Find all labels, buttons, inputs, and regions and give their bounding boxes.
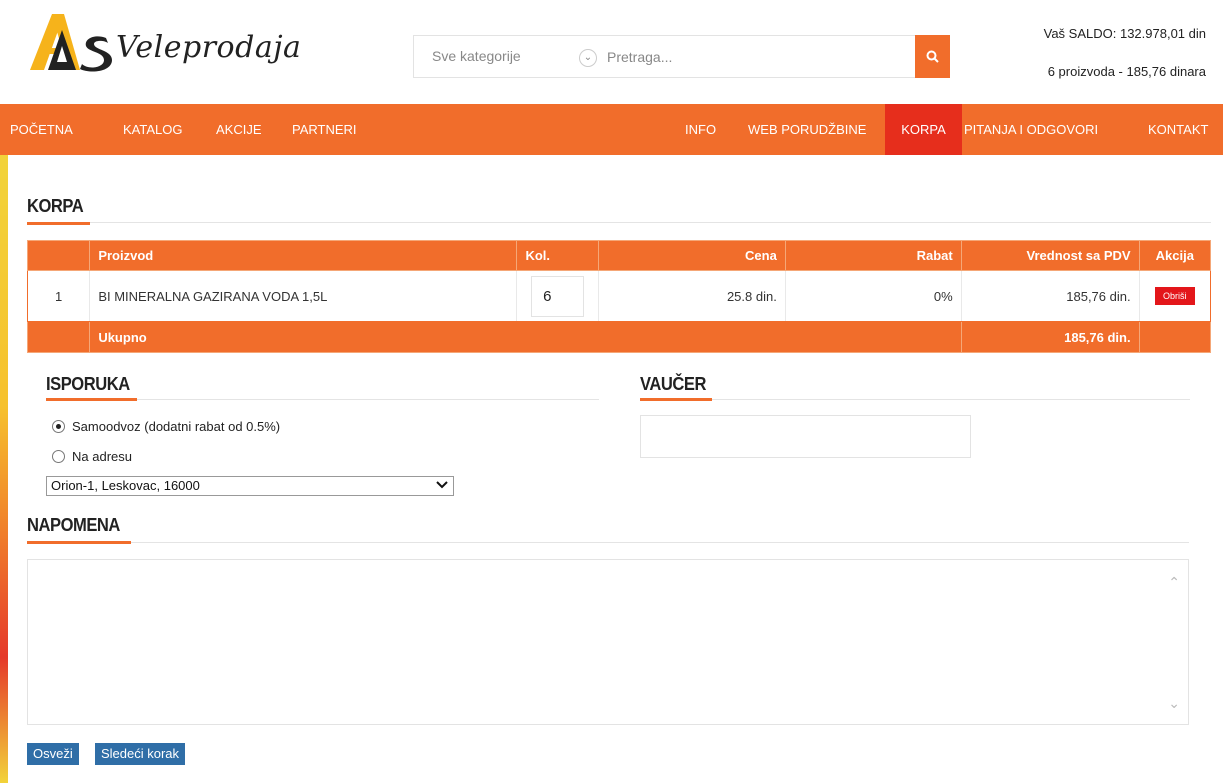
logo-text: Veleprodaja (116, 30, 302, 65)
row-discount: 0% (784, 270, 962, 322)
delete-button[interactable]: Obriši (1155, 287, 1195, 305)
footer-total: 185,76 din. (960, 321, 1140, 353)
col-discount: Rabat (784, 240, 962, 271)
nav-item-pitanja[interactable]: PITANJA I ODGOVORI (954, 104, 1108, 155)
address-select[interactable]: Orion-1, Leskovac, 16000 (46, 476, 454, 496)
delivery-option-address[interactable]: Na adresu (52, 449, 132, 464)
search-icon (926, 50, 939, 63)
row-total: 185,76 din. (960, 270, 1140, 322)
cart-summary-link[interactable]: 6 proizvoda - 185,76 dinara (1048, 64, 1206, 79)
radio-checked[interactable] (52, 420, 65, 433)
row-num: 1 (26, 270, 91, 322)
footer-label: Ukupno (89, 321, 962, 353)
search-button[interactable] (915, 35, 950, 78)
delivery-option-label: Na adresu (72, 449, 132, 464)
scroll-down-icon[interactable]: ⌄ (1168, 695, 1180, 712)
col-price: Cena (597, 240, 786, 271)
nav-item-katalog[interactable]: KATALOG (113, 104, 192, 155)
voucher-heading-accent (640, 398, 712, 401)
cart-table-header: Proizvod Kol. Cena Rabat Vrednost sa PDV… (26, 240, 1212, 271)
search-input[interactable] (607, 46, 907, 68)
voucher-input[interactable] (640, 415, 971, 458)
chevron-down-icon[interactable]: ⌄ (579, 49, 597, 67)
note-textarea[interactable]: ⌃ ⌄ (27, 559, 1189, 725)
row-price: 25.8 din. (597, 270, 786, 322)
main-nav: POČETNA KATALOG AKCIJE PARTNERI INFO WEB… (0, 104, 1223, 155)
note-heading: NAPOMENA (27, 515, 120, 535)
table-row: 1 BI MINERALNA GAZIRANA VODA 1,5L 25.8 d… (26, 270, 1212, 322)
cart-table-footer: Ukupno 185,76 din. (26, 321, 1212, 353)
delivery-option-label: Samoodvoz (dodatni rabat od 0.5%) (72, 419, 281, 434)
account-balance: Vaš SALDO: 132.978,01 din (1043, 26, 1206, 41)
voucher-heading-divider (640, 399, 1190, 400)
scroll-up-icon[interactable]: ⌃ (1168, 574, 1180, 591)
header: Veleprodaja Sve kategorije ⌄ Vaš SALDO: … (0, 0, 1223, 104)
col-product: Proizvod (89, 240, 518, 271)
cart-heading-accent (27, 222, 90, 225)
quantity-input[interactable] (531, 275, 585, 317)
note-heading-divider (27, 542, 1189, 543)
col-num (26, 240, 91, 271)
col-total: Vrednost sa PDV (960, 240, 1140, 271)
cart-heading: KORPA (27, 196, 84, 216)
nav-item-korpa[interactable]: KORPA (885, 104, 962, 155)
radio-unchecked[interactable] (52, 450, 65, 463)
note-heading-accent (27, 541, 131, 544)
search-bar: Sve kategorije ⌄ (413, 35, 950, 78)
refresh-button[interactable]: Osveži (27, 743, 79, 765)
cart-heading-divider (27, 222, 1211, 223)
row-product: BI MINERALNA GAZIRANA VODA 1,5L (89, 270, 518, 322)
nav-item-info[interactable]: INFO (675, 104, 726, 155)
next-step-button[interactable]: Sledeći korak (95, 743, 186, 765)
nav-item-pocetna[interactable]: POČETNA (0, 104, 83, 155)
voucher-heading: VAUČER (640, 374, 706, 394)
search-category-select[interactable]: Sve kategorije (432, 48, 521, 64)
logo-mark-icon (30, 14, 112, 72)
col-action: Akcija (1138, 240, 1212, 271)
cart-table: Proizvod Kol. Cena Rabat Vrednost sa PDV… (26, 240, 1212, 353)
nav-item-partneri[interactable]: PARTNERI (282, 104, 367, 155)
chevron-down-icon (436, 481, 448, 489)
left-accent-stripe (0, 155, 8, 783)
delivery-heading: ISPORUKA (46, 374, 130, 394)
delivery-heading-accent (46, 398, 137, 401)
delivery-option-pickup[interactable]: Samoodvoz (dodatni rabat od 0.5%) (52, 419, 280, 434)
nav-item-akcije[interactable]: AKCIJE (206, 104, 272, 155)
address-select-value: Orion-1, Leskovac, 16000 (51, 478, 200, 493)
nav-item-web-porudzbine[interactable]: WEB PORUDŽBINE (738, 104, 876, 155)
nav-item-kontakt[interactable]: KONTAKT (1138, 104, 1218, 155)
col-qty: Kol. (516, 240, 599, 271)
logo[interactable]: Veleprodaja (30, 12, 301, 74)
